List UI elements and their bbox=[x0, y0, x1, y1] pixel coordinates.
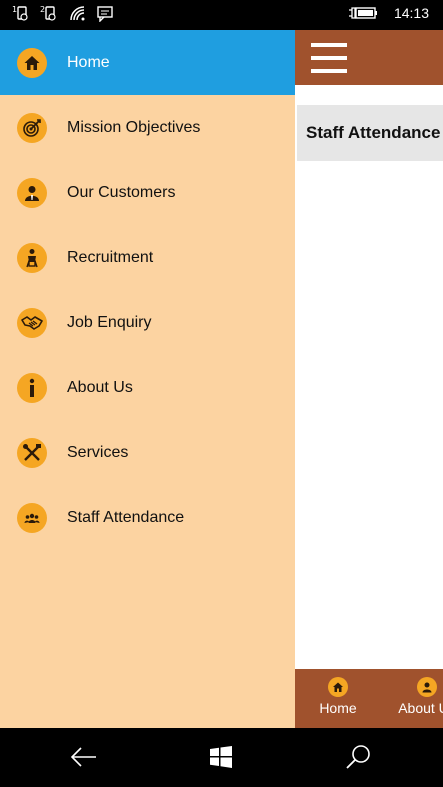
drawer-item-job-enquiry[interactable]: Job Enquiry bbox=[0, 290, 295, 355]
status-time: 14:13 bbox=[393, 5, 429, 21]
drawer-item-home[interactable]: Home bbox=[0, 30, 295, 95]
handshake-icon bbox=[17, 307, 47, 338]
bottom-tab-about[interactable]: About Us bbox=[387, 677, 443, 716]
card-title: Staff Attendance bbox=[306, 123, 441, 142]
drawer-item-label: Services bbox=[67, 443, 129, 461]
message-icon bbox=[97, 6, 113, 22]
navigation-drawer: Home Mission Objectives Our Customers Re… bbox=[0, 30, 295, 728]
drawer-item-label: Our Customers bbox=[67, 183, 176, 201]
app-header bbox=[295, 30, 443, 85]
drawer-item-label: About Us bbox=[67, 378, 133, 396]
drawer-item-label: Staff Attendance bbox=[67, 508, 185, 526]
sim2-icon: 2 bbox=[40, 5, 56, 21]
info-icon bbox=[17, 372, 47, 403]
sim1-icon: 1 bbox=[12, 5, 28, 21]
back-icon[interactable] bbox=[69, 742, 99, 772]
wifi-icon bbox=[70, 6, 85, 21]
bottom-tab-bar: Home About Us bbox=[295, 669, 443, 728]
status-bar: 1 2 14:13 bbox=[0, 0, 443, 30]
drawer-item-label: Job Enquiry bbox=[67, 313, 152, 331]
drawer-item-label: Home bbox=[67, 53, 110, 71]
drawer-item-mission-objectives[interactable]: Mission Objectives bbox=[0, 95, 295, 160]
drawer-item-recruitment[interactable]: Recruitment bbox=[0, 225, 295, 290]
svg-text:2: 2 bbox=[40, 5, 45, 14]
drawer-item-staff-attendance[interactable]: Staff Attendance bbox=[0, 485, 295, 550]
recruitment-icon bbox=[17, 242, 47, 273]
hamburger-menu-icon[interactable] bbox=[311, 43, 347, 73]
drawer-item-label: Recruitment bbox=[67, 248, 154, 266]
home-icon bbox=[328, 677, 348, 697]
search-icon[interactable] bbox=[343, 742, 373, 772]
bottom-tab-about-label: About Us bbox=[398, 700, 443, 716]
bottom-tab-home[interactable]: Home bbox=[298, 677, 378, 716]
bottom-tab-home-label: Home bbox=[319, 700, 357, 716]
tools-icon bbox=[17, 437, 47, 468]
system-nav-bar bbox=[0, 728, 443, 787]
person-icon bbox=[17, 177, 47, 208]
drawer-item-about-us[interactable]: About Us bbox=[0, 355, 295, 420]
staff-attendance-card[interactable]: Staff Attendance bbox=[297, 105, 443, 161]
person-icon bbox=[417, 677, 437, 697]
status-icons-left: 1 2 bbox=[12, 4, 114, 22]
drawer-item-services[interactable]: Services bbox=[0, 420, 295, 485]
home-icon bbox=[17, 47, 47, 78]
drawer-item-label: Mission Objectives bbox=[67, 118, 201, 136]
windows-icon[interactable] bbox=[206, 742, 236, 772]
target-icon bbox=[17, 112, 47, 143]
group-icon bbox=[17, 502, 47, 533]
svg-text:1: 1 bbox=[12, 5, 17, 14]
battery-charging-icon bbox=[348, 7, 377, 19]
app-window: Staff Attendance Home About Us Home bbox=[0, 30, 443, 728]
drawer-item-our-customers[interactable]: Our Customers bbox=[0, 160, 295, 225]
status-icons-right: 14:13 bbox=[348, 5, 429, 21]
